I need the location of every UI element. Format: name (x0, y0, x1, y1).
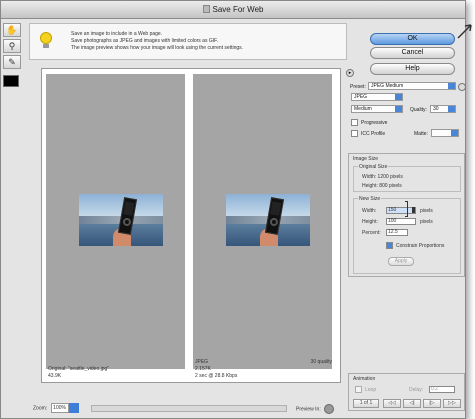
constrain-proportions-checkbox[interactable] (386, 242, 393, 249)
icc-profile-label: ICC Profile (361, 131, 386, 137)
next-frame-button[interactable]: |▷ (423, 399, 441, 408)
lightbulb-icon (40, 32, 52, 48)
last-frame-button[interactable]: ▷▷ (443, 399, 461, 408)
browser-icon[interactable] (323, 404, 334, 414)
optimized-caption: JPEG 2.157K 2 sec @ 28.8 Kbps 30 quality (195, 359, 334, 380)
hand-icon[interactable]: ✋ (3, 23, 21, 37)
quality-value: 30 (433, 106, 439, 112)
progressive-label: Progressive (361, 120, 388, 126)
hint-panel: Save an image to include in a Web page. … (29, 23, 347, 60)
window-title: Save For Web (212, 5, 264, 14)
matte-label: Matte: (414, 131, 428, 137)
loop-checkbox[interactable] (355, 386, 362, 393)
original-height: Height: 800 pixels (362, 183, 402, 189)
format-select[interactable]: JPEG (351, 93, 403, 101)
icc-profile-checkbox[interactable] (351, 130, 358, 137)
panel-menu-icon[interactable]: ▸ (346, 69, 354, 77)
preview-area: Original: "seattle_video.jpg" 43.9K JPEG… (41, 68, 341, 383)
eyedropper-color-swatch[interactable] (3, 75, 19, 87)
original-preview-pane[interactable] (46, 74, 185, 369)
preview-in-label: Preview In: (296, 406, 321, 413)
optimized-quality: 30 quality (310, 359, 332, 365)
original-size-title: Original Size (358, 164, 389, 170)
mouse-cursor-icon (457, 24, 472, 39)
original-filename: Original: "seattle_video.jpg" (48, 366, 110, 372)
first-frame-button[interactable]: ◁◁ (383, 399, 401, 408)
matte-select[interactable] (431, 129, 459, 137)
quality-label: Quality: (410, 107, 427, 113)
apply-button[interactable]: Apply (388, 257, 414, 266)
eyedropper-icon[interactable]: ✎ (3, 55, 21, 69)
help-button[interactable]: Help (370, 63, 455, 75)
preset-value: JPEG Medium (371, 83, 404, 89)
height-unit: pixels (420, 219, 433, 225)
animation-title: Animation (353, 376, 376, 382)
original-size-group: Original Size Width: 1200 pixels Height:… (353, 164, 461, 192)
original-width: Width: 1200 pixels (362, 174, 403, 180)
hint-line: Save photographs as JPEG and images with… (71, 38, 219, 44)
optimization-settings: Preset: JPEG Medium JPEG Medium Quality:… (346, 80, 467, 145)
constrain-proportions-label: Constrain Proportions (396, 243, 445, 249)
loop-label: Loop (365, 387, 377, 393)
optimized-image (226, 194, 310, 246)
preset-select[interactable]: JPEG Medium (368, 82, 456, 90)
zoom-select[interactable]: 100% (51, 403, 70, 413)
original-caption: Original: "seattle_video.jpg" 43.9K (48, 366, 109, 380)
title-bar: Save For Web (1, 1, 465, 19)
new-size-title: New Size (358, 196, 382, 202)
compression-select[interactable]: Medium (351, 105, 403, 113)
hint-text: Save an image to include in a Web page. … (71, 31, 341, 52)
chevron-down-icon (448, 106, 455, 112)
zoom-control: Zoom: 100% (33, 403, 80, 413)
toolbox: ✋ ⚲ ✎ (3, 23, 25, 87)
width-label: Width: (362, 208, 377, 214)
chevron-down-icon (395, 106, 402, 112)
optimized-filesize: 2.157K (195, 366, 211, 372)
cancel-button[interactable]: Cancel (370, 47, 455, 59)
percent-label: Percent: (362, 230, 381, 236)
delay-input[interactable]: 0.2 (429, 386, 455, 393)
animation-section: Animation Loop Delay: 0.2 1 of 1 ◁◁ ◁| |… (348, 373, 465, 411)
chevron-down-icon (395, 94, 402, 100)
hint-line: The image preview shows how your image w… (71, 45, 244, 51)
chevron-down-icon[interactable] (69, 403, 80, 413)
document-icon (202, 5, 210, 13)
previous-frame-button[interactable]: ◁| (403, 399, 421, 408)
width-unit: pixels (420, 208, 433, 214)
chevron-down-icon (448, 83, 455, 89)
format-value: JPEG (354, 94, 368, 100)
delay-label: Delay: (409, 387, 424, 393)
image-size-title: Image Size (353, 156, 379, 162)
preview-in-control: Preview In: (296, 404, 334, 414)
link-bracket (405, 201, 408, 217)
original-image (79, 194, 163, 246)
chevron-down-icon (451, 130, 458, 136)
optimized-download-time: 2 sec @ 28.8 Kbps (195, 373, 238, 379)
original-filesize: 43.9K (48, 373, 62, 379)
height-label: Height: (362, 219, 378, 225)
quality-input[interactable]: 30 (430, 105, 456, 113)
frame-counter: 1 of 1 (353, 399, 379, 408)
optimize-menu-icon[interactable] (458, 83, 466, 91)
progress-track (91, 405, 287, 412)
zoom-label: Zoom: (33, 405, 48, 412)
optimized-preview-pane[interactable] (193, 74, 332, 369)
chain-link-icon (412, 207, 415, 213)
preset-label: Preset: (350, 84, 366, 90)
save-for-web-window: Save For Web ✋ ⚲ ✎ Save an image to incl… (0, 0, 466, 419)
compression-value: Medium (354, 106, 372, 112)
zoom-icon[interactable]: ⚲ (3, 39, 21, 53)
percent-input[interactable]: 12.5 (386, 229, 408, 236)
hint-line: Save an image to include in a Web page. (71, 31, 163, 37)
progressive-checkbox[interactable] (351, 119, 358, 126)
height-input[interactable]: 100 (386, 218, 416, 225)
ok-button[interactable]: OK (370, 33, 455, 45)
